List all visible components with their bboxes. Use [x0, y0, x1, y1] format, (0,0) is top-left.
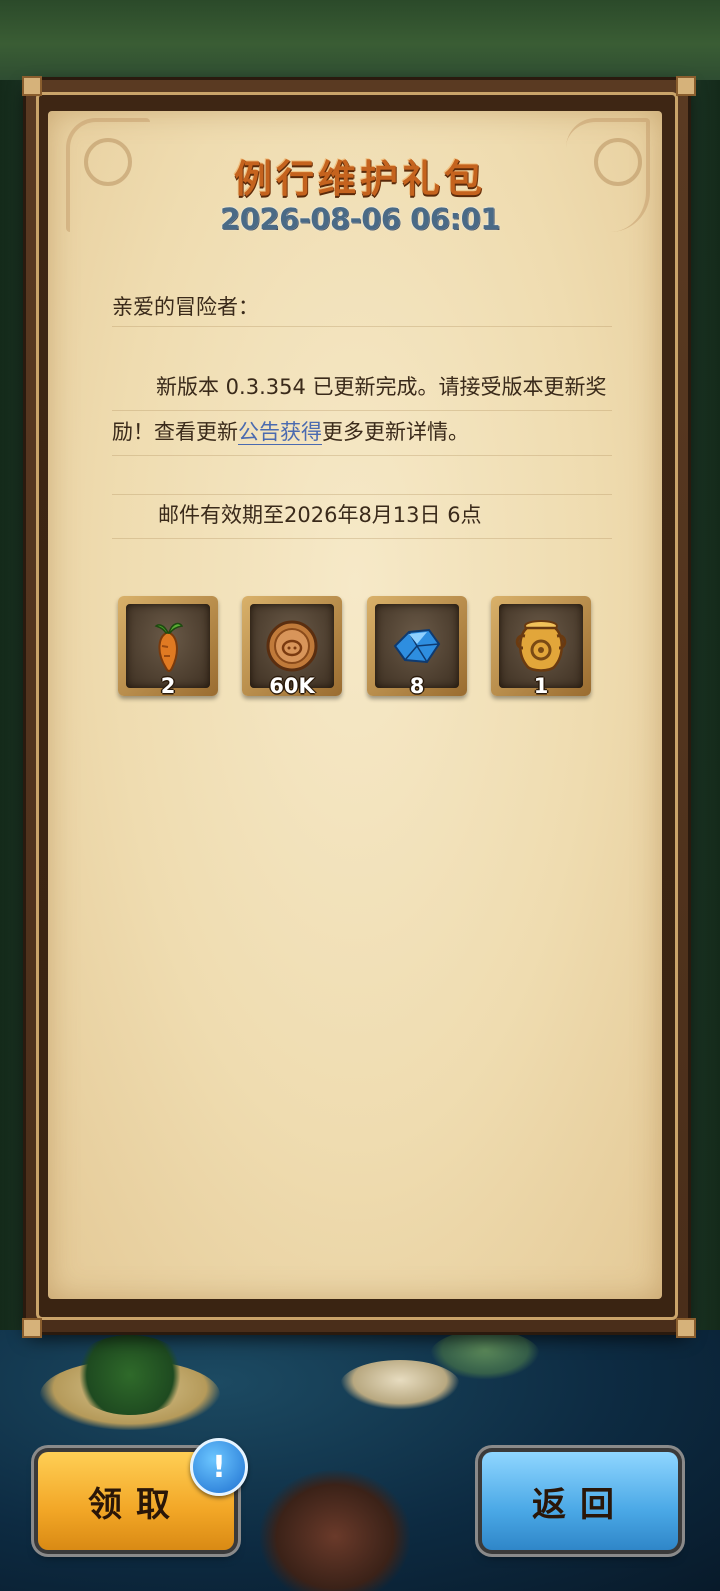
frame-corner	[676, 76, 696, 96]
reward-slot-carrot[interactable]: 2	[118, 596, 218, 698]
reward-slot-crystal[interactable]: 8	[367, 596, 467, 698]
island-scenery	[430, 1330, 540, 1380]
monster-scenery	[260, 1470, 410, 1591]
mail-expiry: 邮件有效期至2026年8月13日 6点	[158, 503, 482, 527]
claim-button-label: 领取	[88, 1484, 184, 1525]
ruled-line	[112, 538, 612, 539]
frame-corner	[676, 1318, 696, 1338]
reward-quantity: 1	[533, 674, 549, 698]
reward-slot-urn[interactable]: 1	[491, 596, 591, 698]
back-button[interactable]: 返回	[482, 1452, 678, 1550]
tree-scenery	[70, 1335, 190, 1415]
mail-date: 2026-08-06 06:01	[220, 202, 500, 236]
ruled-line	[112, 455, 612, 456]
back-button-label: 返回	[532, 1484, 628, 1525]
ruled-line	[112, 326, 612, 327]
notification-badge-icon: !	[190, 1438, 248, 1496]
badge-label: !	[212, 1449, 226, 1485]
reward-slot-coin[interactable]: 60K	[242, 596, 342, 698]
reward-quantity: 60K	[269, 674, 315, 698]
mail-title: 例行维护礼包	[233, 157, 486, 201]
announcement-link[interactable]: 公告获得	[238, 420, 322, 445]
frame-corner	[22, 1318, 42, 1338]
frame-corner	[22, 76, 42, 96]
reward-quantity: 8	[409, 674, 425, 698]
mail-greeting: 亲爱的冒险者：	[112, 295, 259, 319]
ruled-line	[112, 410, 612, 411]
mail-paragraph-text-end: 更多更新详情。	[322, 420, 469, 444]
reward-quantity: 2	[160, 674, 176, 698]
